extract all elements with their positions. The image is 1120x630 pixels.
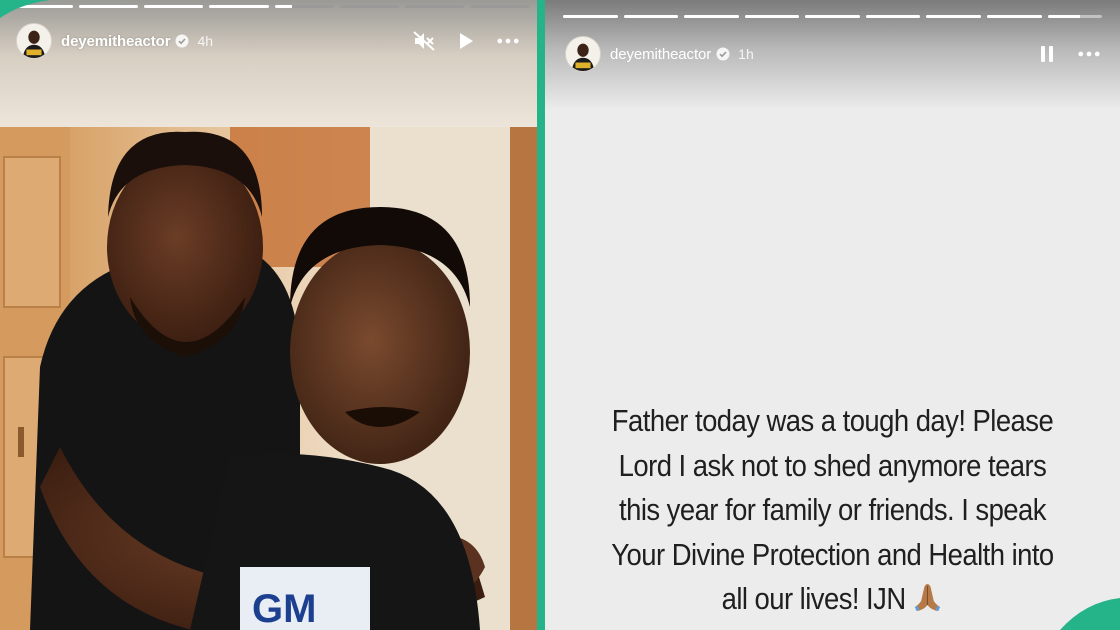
left-story-panel[interactable]: GM deyemitheactor 4h bbox=[0, 0, 537, 630]
caption-line: all our lives! IJN bbox=[721, 582, 907, 616]
progress-segment bbox=[274, 5, 334, 8]
story-progress-bar bbox=[563, 15, 1103, 18]
story-header: deyemitheactor 4h bbox=[16, 22, 519, 60]
progress-segment bbox=[684, 15, 739, 18]
progress-segment bbox=[563, 15, 618, 18]
avatar[interactable] bbox=[16, 23, 52, 59]
timestamp: 1h bbox=[738, 46, 754, 62]
username[interactable]: deyemitheactor bbox=[610, 46, 711, 63]
panel-divider bbox=[537, 0, 545, 630]
verified-badge-icon bbox=[716, 47, 730, 61]
progress-segment bbox=[805, 15, 860, 18]
progress-segment bbox=[744, 15, 800, 18]
play-icon[interactable] bbox=[455, 30, 477, 52]
progress-segment bbox=[926, 15, 981, 18]
progress-segment bbox=[865, 15, 921, 18]
story-photo: GM bbox=[0, 127, 537, 630]
progress-segment bbox=[986, 15, 1042, 18]
verified-badge-icon bbox=[175, 34, 189, 48]
progress-segment bbox=[339, 5, 399, 8]
username[interactable]: deyemitheactor bbox=[61, 33, 171, 50]
caption-last-line: all our lives! IJN bbox=[592, 577, 1074, 622]
progress-segment bbox=[79, 5, 139, 8]
progress-segment bbox=[209, 5, 269, 8]
timestamp: 4h bbox=[197, 33, 214, 49]
top-gradient bbox=[0, 0, 537, 127]
caption-line: Father today was a tough day! Please bbox=[611, 404, 1054, 438]
caption-line: Lord I ask not to shed anymore tears bbox=[618, 448, 1047, 483]
progress-segment bbox=[1047, 15, 1103, 18]
corner-decoration bbox=[1060, 598, 1120, 630]
caption-line: Your Divine Protection and Health into bbox=[611, 537, 1054, 572]
progress-segment bbox=[623, 15, 679, 18]
header-actions bbox=[1036, 43, 1100, 65]
speaker-muted-icon[interactable] bbox=[413, 30, 435, 52]
more-icon[interactable] bbox=[497, 30, 519, 52]
corner-decoration bbox=[0, 0, 50, 18]
svg-text:GM: GM bbox=[252, 587, 316, 630]
more-icon[interactable] bbox=[1078, 43, 1100, 65]
progress-segment bbox=[144, 5, 204, 8]
story-progress-bar bbox=[14, 5, 529, 8]
story-header: deyemitheactor 1h bbox=[565, 34, 1100, 74]
right-story-panel[interactable]: deyemitheactor 1h Father today was a tou… bbox=[545, 0, 1120, 630]
story-caption: Father today was a tough day! Please Lor… bbox=[592, 399, 1074, 622]
caption-line: this year for family or friends. I speak bbox=[619, 493, 1046, 527]
progress-segment bbox=[469, 5, 529, 8]
pause-icon[interactable] bbox=[1036, 43, 1058, 65]
progress-segment bbox=[404, 5, 464, 8]
header-actions bbox=[413, 30, 519, 52]
avatar[interactable] bbox=[565, 36, 601, 72]
folded-hands-emoji bbox=[914, 584, 940, 611]
